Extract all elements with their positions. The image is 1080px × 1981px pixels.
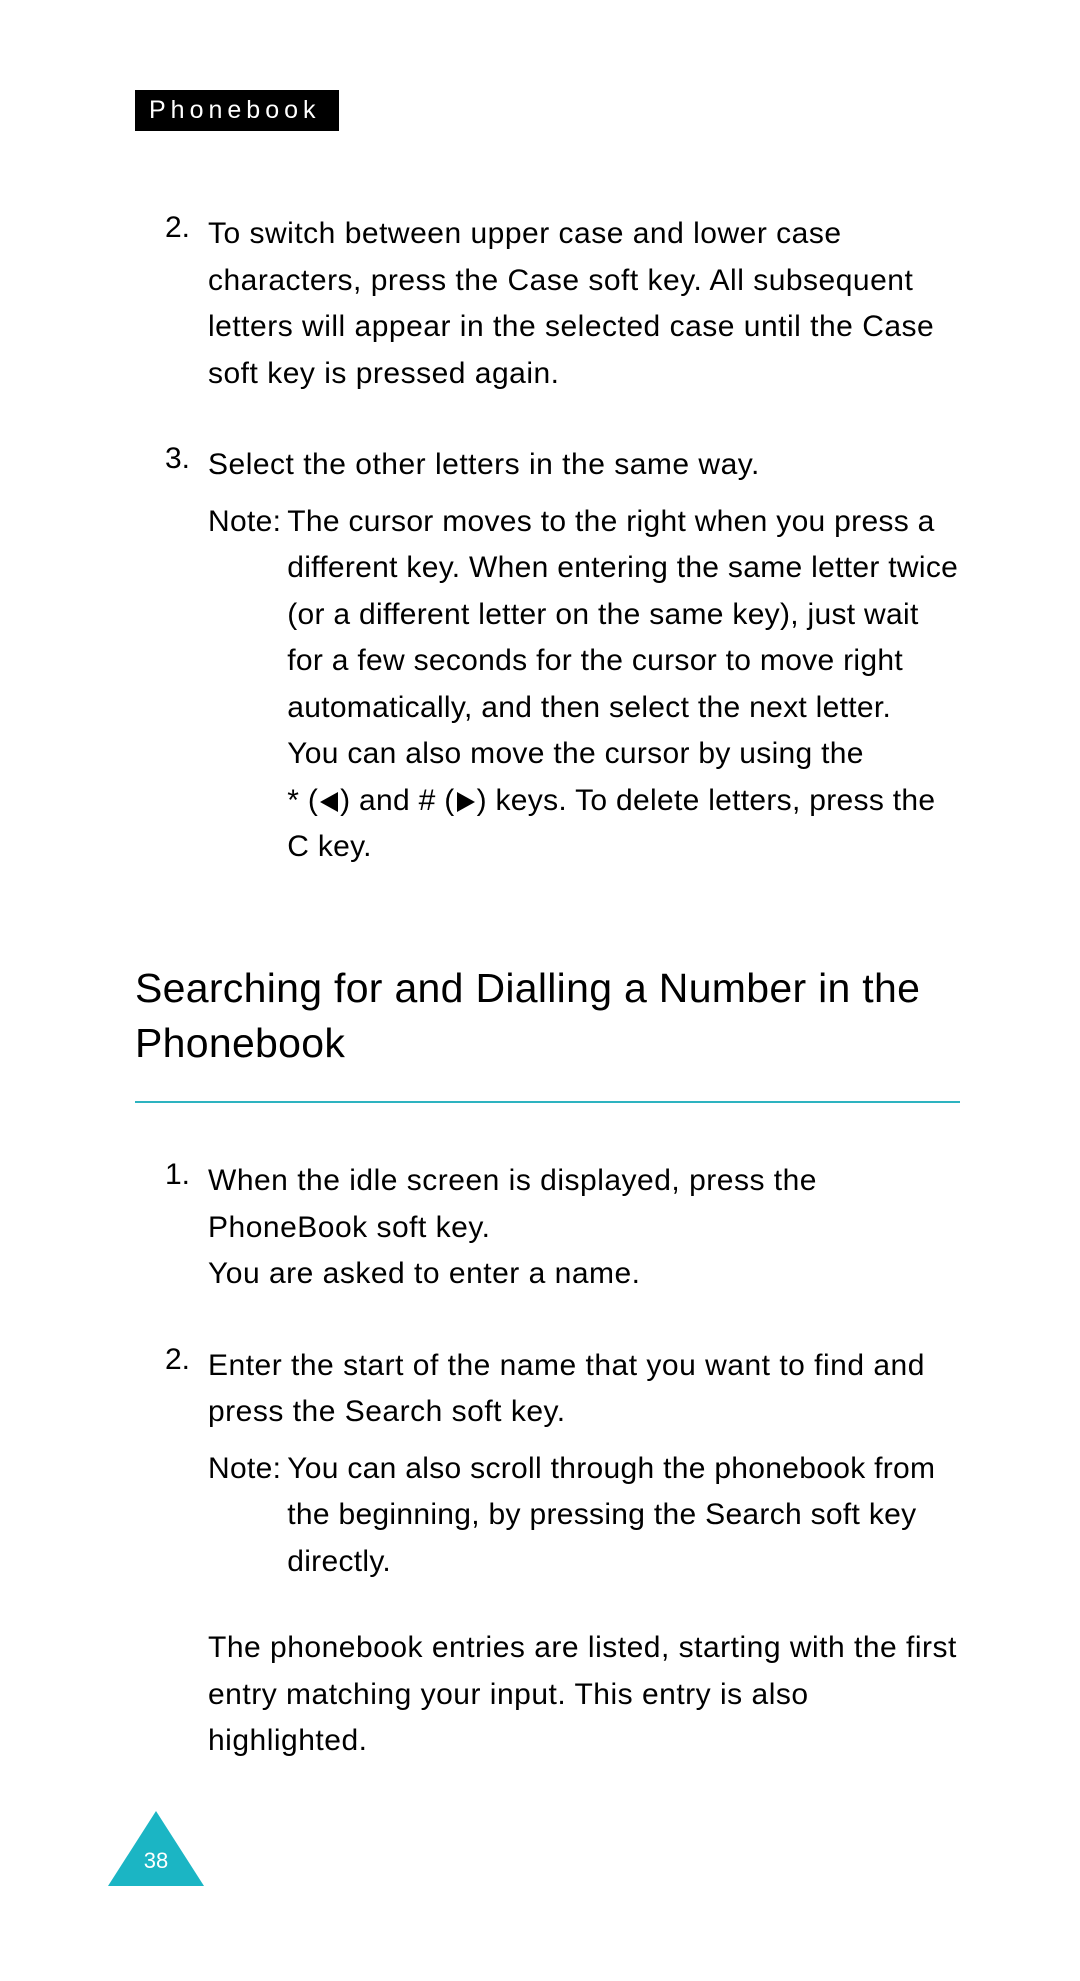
section-2: 1. When the idle screen is displayed, pr…	[135, 1158, 960, 1765]
step-3: 3. Select the other letters in the same …	[135, 442, 960, 871]
note-text: The cursor moves to the right when you p…	[287, 505, 958, 724]
arrow-right-icon	[457, 792, 475, 812]
step-2: 2. To switch between upper case and lowe…	[135, 211, 960, 397]
arrow-left-icon	[320, 792, 338, 812]
note-text: ) keys. To delete letters, press the	[477, 784, 936, 817]
key-name: Case	[862, 310, 934, 343]
step-2b: 2. Enter the start of the name that you …	[135, 1343, 960, 1765]
text-fragment: soft key.	[368, 1211, 491, 1244]
text-fragment: soft key.	[443, 1395, 566, 1428]
step-number: 2.	[135, 1343, 190, 1377]
step-number: 1.	[135, 1158, 190, 1192]
text-fragment: You are asked to enter a name.	[208, 1257, 641, 1290]
result-text: The phonebook entries are listed, starti…	[135, 1625, 960, 1765]
note-block: Note: You can also scroll through the ph…	[135, 1446, 960, 1586]
section-heading: Searching for and Dialling a Number in t…	[135, 961, 960, 1104]
key-name: PhoneBook	[208, 1211, 368, 1244]
section-1: 2. To switch between upper case and lowe…	[135, 211, 960, 871]
text-fragment: Enter the start of the name that you wan…	[208, 1349, 925, 1429]
key-name: C	[287, 830, 309, 863]
note-text: You can also move the cursor by using th…	[287, 737, 864, 770]
step-text: Select the other letters in the same way…	[190, 442, 760, 489]
page-number: 38	[108, 1836, 204, 1886]
note-label: Note:	[208, 499, 281, 871]
step-text: When the idle screen is displayed, press…	[190, 1158, 960, 1298]
step-number: 3.	[135, 442, 190, 476]
note-label: Note:	[208, 1446, 281, 1586]
header-tag: Phonebook	[135, 90, 339, 131]
page-content: Phonebook 2. To switch between upper cas…	[0, 0, 1080, 1890]
step-text: Enter the start of the name that you wan…	[190, 1343, 960, 1436]
note-text: * (	[287, 784, 318, 817]
text-fragment: When the idle screen is displayed, press…	[208, 1164, 817, 1197]
text-fragment: soft key is pressed again.	[208, 357, 560, 390]
key-name: Case	[507, 264, 579, 297]
step-1: 1. When the idle screen is displayed, pr…	[135, 1158, 960, 1298]
note-text: key.	[309, 830, 372, 863]
note-block: Note: The cursor moves to the right when…	[135, 499, 960, 871]
step-number: 2.	[135, 211, 190, 245]
key-name: Search	[345, 1395, 443, 1428]
step-text: To switch between upper case and lower c…	[190, 211, 960, 397]
note-body: The cursor moves to the right when you p…	[281, 499, 960, 871]
note-text: ) and # (	[340, 784, 454, 817]
note-body: You can also scroll through the phoneboo…	[281, 1446, 960, 1586]
